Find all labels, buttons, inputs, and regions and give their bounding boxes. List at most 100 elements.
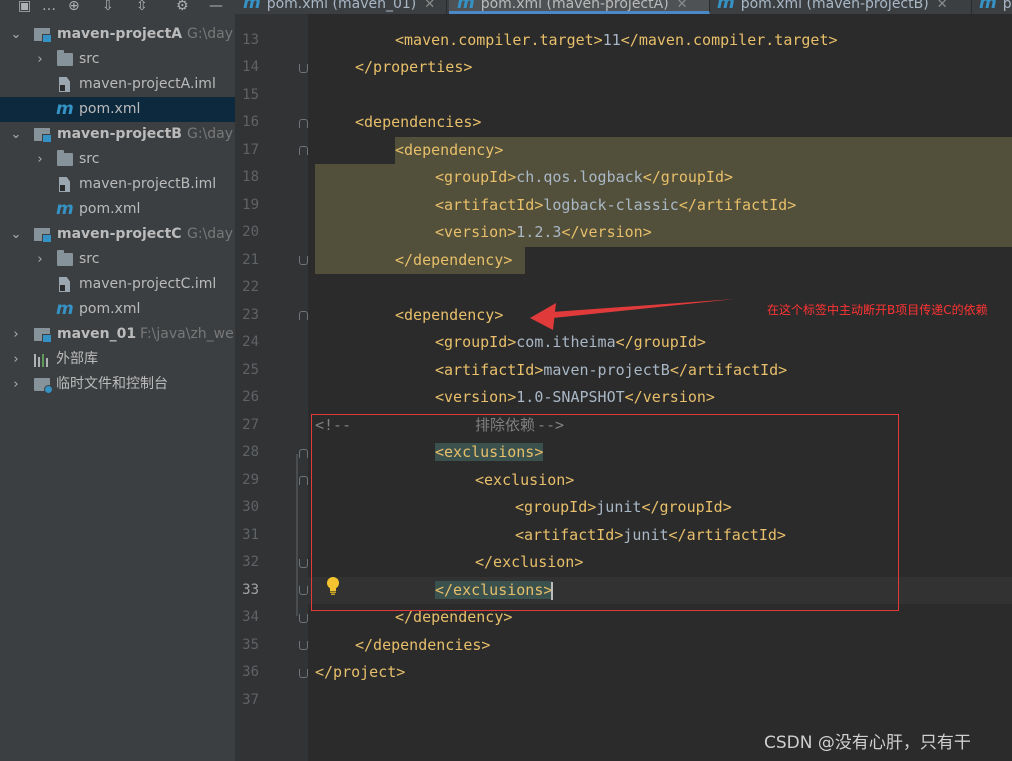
folder-icon bbox=[57, 250, 73, 266]
xml-tag: </properties> bbox=[355, 58, 473, 76]
chevron-right-icon[interactable]: › bbox=[33, 47, 47, 72]
fold-marker-icon[interactable] bbox=[299, 586, 308, 595]
fold-marker-icon[interactable] bbox=[299, 614, 308, 623]
chevron-right-icon[interactable]: › bbox=[9, 322, 23, 347]
tree-item-src[interactable]: › src bbox=[0, 147, 235, 172]
project-tool-window: ▣ … ⊕ ⇩ ⇳ ⚙ — ⌄ maven-projectA G:\day › … bbox=[0, 0, 235, 761]
tab-label: pom.xml (maven_01) bbox=[266, 0, 417, 12]
tree-item-maven-projectB[interactable]: ⌄ maven-projectB G:\day bbox=[0, 122, 235, 147]
tree-item-src[interactable]: › src bbox=[0, 247, 235, 272]
maven-file-icon: m bbox=[56, 299, 74, 319]
tree-item-iml[interactable]: maven-projectC.iml bbox=[0, 272, 235, 297]
tree-item-label: maven-projectB bbox=[57, 126, 182, 142]
close-icon[interactable]: ✕ bbox=[677, 0, 688, 12]
xml-tag: </version> bbox=[624, 388, 715, 406]
tab-pom-overflow[interactable]: mpo bbox=[971, 0, 1012, 14]
fold-marker-icon[interactable] bbox=[299, 146, 308, 155]
tab-pom-maven-projectB[interactable]: m pom.xml (maven-projectB) ✕ bbox=[709, 0, 972, 14]
tree-item-label: maven-projectA bbox=[57, 26, 183, 42]
fold-marker-icon[interactable] bbox=[299, 64, 308, 73]
chevron-down-icon[interactable]: ⌄ bbox=[9, 22, 23, 47]
tree-item-maven_01[interactable]: › maven_01 F:\java\zh_we bbox=[0, 322, 235, 347]
chevron-down-icon[interactable]: ⌄ bbox=[9, 222, 23, 247]
chevron-down-icon[interactable]: ⌄ bbox=[9, 122, 23, 147]
chevron-right-icon[interactable]: › bbox=[9, 347, 23, 372]
tree-item-label: maven_01 bbox=[57, 326, 137, 342]
tree-item-label: maven-projectA.iml bbox=[79, 76, 216, 92]
tab-pom-maven-projectA[interactable]: m pom.xml (maven-projectA) ✕ bbox=[449, 0, 710, 14]
tree-item-external-libraries[interactable]: › 外部库 bbox=[0, 347, 235, 372]
line-number: 23 bbox=[242, 307, 259, 323]
fold-marker-icon[interactable] bbox=[299, 559, 308, 568]
close-icon[interactable]: ✕ bbox=[937, 0, 948, 12]
hide-icon[interactable]: — bbox=[209, 0, 223, 16]
line-number: 21 bbox=[242, 252, 259, 268]
xml-text: 11 bbox=[602, 31, 621, 49]
project-view-icon[interactable]: ▣ bbox=[18, 0, 31, 16]
maven-file-icon: m bbox=[979, 0, 997, 13]
tree-item-pom[interactable]: m pom.xml bbox=[0, 297, 235, 322]
project-toolbar: ▣ … ⊕ ⇩ ⇳ ⚙ — bbox=[0, 0, 235, 20]
xml-tag: <dependency> bbox=[395, 306, 504, 324]
tree-item-maven-projectA[interactable]: ⌄ maven-projectA G:\day bbox=[0, 22, 235, 47]
tree-item-label: pom.xml bbox=[79, 201, 141, 217]
xml-tag: <dependency> bbox=[395, 141, 504, 159]
locate-icon[interactable]: ⊕ bbox=[68, 0, 80, 16]
library-icon bbox=[34, 352, 50, 367]
line-number: 26 bbox=[242, 389, 259, 405]
annotation-highlight-box bbox=[311, 414, 899, 611]
lightbulb-icon[interactable] bbox=[325, 576, 341, 596]
expand-all-icon[interactable]: ⇩ bbox=[102, 0, 114, 16]
xml-tag: </groupId> bbox=[615, 333, 706, 351]
xml-text: maven-projectB bbox=[543, 361, 670, 379]
xml-tag: <version> bbox=[435, 223, 517, 241]
line-number: 34 bbox=[242, 609, 259, 625]
code-line-17: <dependency> bbox=[395, 137, 1012, 164]
xml-tag: <maven.compiler.target> bbox=[395, 31, 603, 49]
xml-text: logback-classic bbox=[543, 196, 679, 214]
chevron-right-icon[interactable]: › bbox=[33, 247, 47, 272]
iml-file-icon bbox=[59, 177, 70, 192]
line-number: 25 bbox=[242, 362, 259, 378]
tree-item-pom[interactable]: m pom.xml bbox=[0, 197, 235, 222]
chevron-right-icon[interactable]: › bbox=[33, 147, 47, 172]
fold-marker-icon[interactable] bbox=[299, 119, 308, 128]
xml-tag: <dependencies> bbox=[355, 113, 482, 131]
code-line-25: <artifactId>maven-projectB</artifactId> bbox=[435, 357, 1012, 384]
tree-item-src[interactable]: › src bbox=[0, 47, 235, 72]
chevron-right-icon[interactable]: › bbox=[9, 372, 23, 397]
module-folder-icon bbox=[34, 228, 52, 243]
tab-pom-maven_01[interactable]: m pom.xml (maven_01) ✕ bbox=[235, 0, 447, 14]
code-line-13: <maven.compiler.target>11</maven.compile… bbox=[395, 27, 1012, 54]
fold-marker-icon[interactable] bbox=[299, 641, 308, 650]
tree-item-maven-projectC[interactable]: ⌄ maven-projectC G:\day bbox=[0, 222, 235, 247]
xml-text: com.itheima bbox=[516, 333, 616, 351]
tree-item-pom-selected[interactable]: m pom.xml bbox=[0, 97, 235, 122]
xml-tag: </artifactId> bbox=[678, 196, 797, 214]
fold-range-bar bbox=[296, 454, 298, 616]
folder-icon bbox=[57, 50, 73, 66]
xml-tag: </artifactId> bbox=[669, 361, 788, 379]
collapse-all-icon[interactable]: ⇳ bbox=[136, 0, 148, 16]
more-icon[interactable]: … bbox=[42, 0, 56, 16]
fold-marker-icon[interactable] bbox=[299, 256, 308, 265]
tree-item-label: 外部库 bbox=[56, 351, 98, 367]
tree-item-path: G:\day bbox=[187, 26, 234, 42]
editor-gutter: 13 14 15 16 17 18 19 20 21 22 23 24 25 2… bbox=[235, 14, 308, 761]
iml-file-icon bbox=[59, 77, 70, 92]
tree-item-iml[interactable]: maven-projectB.iml bbox=[0, 172, 235, 197]
line-number: 22 bbox=[242, 279, 259, 295]
fold-marker-icon[interactable] bbox=[299, 449, 308, 458]
tree-item-label: 临时文件和控制台 bbox=[56, 376, 168, 392]
tree-item-label: src bbox=[79, 151, 100, 167]
fold-marker-icon[interactable] bbox=[299, 669, 308, 678]
close-icon[interactable]: ✕ bbox=[424, 0, 435, 12]
tree-item-iml[interactable]: maven-projectA.iml bbox=[0, 72, 235, 97]
code-editor[interactable]: <maven.compiler.target>11</maven.compile… bbox=[308, 14, 1012, 761]
xml-tag: <artifactId> bbox=[435, 196, 544, 214]
gear-icon[interactable]: ⚙ bbox=[176, 0, 189, 16]
code-line-35: </dependencies> bbox=[355, 632, 1012, 659]
fold-marker-icon[interactable] bbox=[299, 311, 308, 320]
tree-item-scratches[interactable]: › 临时文件和控制台 bbox=[0, 372, 235, 397]
fold-marker-icon[interactable] bbox=[299, 476, 308, 485]
